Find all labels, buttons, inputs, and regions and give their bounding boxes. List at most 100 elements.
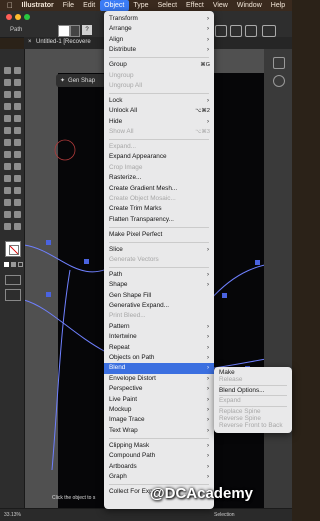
gradient-mode-icon[interactable] [11,262,16,267]
object-menu-item-blend[interactable]: Blend › [104,363,214,374]
object-menu-item-intertwine[interactable]: Intertwine › [104,332,214,342]
menu-item-label: Group [109,61,127,69]
object-menu-item-generate-vectors[interactable]: Generate Vectors [104,255,214,265]
object-menu-item-ungroup[interactable]: Ungroup [104,71,214,81]
zoom-level[interactable]: 33.13% [4,512,21,518]
object-menu-item-gen-shape-fill[interactable]: Gen Shape Fill [104,291,214,301]
object-menu-item-expand-appearance[interactable]: Expand Appearance [104,152,214,162]
object-menu-item-rasterize[interactable]: Rasterize... [104,173,214,183]
blend-menu-item-expand[interactable]: Expand [214,397,292,404]
zoom-tool-icon[interactable] [14,223,21,230]
blend-menu-item-make[interactable]: Make [214,369,292,376]
color-mode-icon[interactable] [4,262,9,267]
pencil-tool-icon[interactable] [4,127,11,134]
object-menu-item-text-wrap[interactable]: Text Wrap › [104,426,214,436]
object-menu-item-mockup[interactable]: Mockup › [104,405,214,415]
line-tool-icon[interactable] [14,103,21,110]
object-menu-item-slice[interactable]: Slice › [104,245,214,255]
object-menu-item-show-all[interactable]: Show All ⌥⌘3 [104,127,214,137]
object-menu-item-pattern[interactable]: Pattern › [104,322,214,332]
gradient-tool-icon[interactable] [14,175,21,182]
object-menu-item-create-trim-marks[interactable]: Create Trim Marks [104,204,214,214]
object-menu-item-lock[interactable]: Lock › [104,96,214,106]
blend-menu-item-reverse-spine[interactable]: Reverse Spine [214,415,292,422]
object-menu-item-objects-on-path[interactable]: Objects on Path › [104,353,214,363]
anchor-point[interactable] [46,292,51,297]
blend-tool-icon[interactable] [14,187,21,194]
object-menu-item-create-object-mosaic[interactable]: Create Object Mosaic... [104,194,214,204]
object-menu-item-perspective[interactable]: Perspective › [104,384,214,394]
anchor-point[interactable] [222,293,227,298]
curvature-tool-icon[interactable] [14,91,21,98]
rectangle-tool-icon[interactable] [4,115,11,122]
symbol-sprayer-tool-icon[interactable] [4,199,11,206]
status-bar: 33.13% Click the object to s Selection [0,495,292,521]
menu-item-label: Flatten Transparency... [109,215,174,223]
object-menu-item-flatten-transparency[interactable]: Flatten Transparency... [104,215,214,225]
object-menu-item-live-paint[interactable]: Live Paint › [104,395,214,405]
object-menu-item-path[interactable]: Path › [104,270,214,280]
scale-tool-icon[interactable] [14,139,21,146]
lasso-tool-icon[interactable] [14,79,21,86]
blend-menu-item-release[interactable]: Release [214,376,292,383]
slice-tool-icon[interactable] [14,211,21,218]
path-curve-vertical[interactable] [51,269,71,471]
draw-mode-icon[interactable] [5,275,21,285]
layers-icon[interactable] [273,57,285,69]
object-menu-item-make-pixel-perfect[interactable]: Make Pixel Perfect [104,230,214,240]
object-menu-item-align[interactable]: Align › [104,35,214,45]
object-menu-item-artboards[interactable]: Artboards › [104,462,214,472]
object-menu-item-ungroup-all[interactable]: Ungroup All [104,81,214,91]
hand-tool-icon[interactable] [4,223,11,230]
eraser-tool-icon[interactable] [14,127,21,134]
object-menu-item-distribute[interactable]: Distribute › [104,45,214,55]
object-menu-item-repeat[interactable]: Repeat › [104,343,214,353]
object-menu-item-image-trace[interactable]: Image Trace › [104,415,214,425]
object-menu-item-shape[interactable]: Shape › [104,280,214,290]
rotate-tool-icon[interactable] [4,139,11,146]
object-menu-item-graph[interactable]: Graph › [104,472,214,482]
object-menu-item-crop-image[interactable]: Crop Image [104,163,214,173]
mesh-tool-icon[interactable] [4,175,11,182]
appearance-icon[interactable] [273,75,285,87]
object-menu-item-create-gradient-mesh[interactable]: Create Gradient Mesh... [104,184,214,194]
artboard-tool-icon[interactable] [4,211,11,218]
blend-menu-item-replace-spine[interactable]: Replace Spine [214,408,292,415]
object-menu-item-print-bleed[interactable]: Print Bleed... [104,311,214,321]
shape-builder-tool-icon[interactable] [4,163,11,170]
anchor-point[interactable] [84,259,89,264]
gen-shape-fill-chip[interactable]: ✦ Gen Shap [56,74,106,87]
eyedropper-tool-icon[interactable] [4,187,11,194]
object-menu-item-clipping-mask[interactable]: Clipping Mask › [104,441,214,451]
object-menu-item-transform[interactable]: Transform › [104,14,214,24]
type-tool-icon[interactable] [4,103,11,110]
paintbrush-tool-icon[interactable] [14,115,21,122]
screen-mode-icon[interactable] [5,289,21,301]
none-mode-icon[interactable] [18,262,23,267]
menu-item-label: Generative Expand... [109,302,170,309]
object-menu-item-group[interactable]: Group ⌘G [104,60,214,70]
stroke-color-swatch[interactable] [9,245,19,255]
anchor-point[interactable] [255,260,260,265]
width-tool-icon[interactable] [4,151,11,158]
selection-tool-icon[interactable] [4,67,11,74]
pen-tool-icon[interactable] [4,91,11,98]
magic-wand-tool-icon[interactable] [4,79,11,86]
circle-shape[interactable] [54,139,76,161]
direct-selection-tool-icon[interactable] [14,67,21,74]
free-transform-tool-icon[interactable] [14,151,21,158]
object-menu-item-arrange[interactable]: Arrange › [104,24,214,34]
object-menu-item-unlock-all[interactable]: Unlock All ⌥⌘2 [104,106,214,116]
object-menu-item-expand[interactable]: Expand... [104,142,214,152]
blend-menu-item-blend-options[interactable]: Blend Options... [214,387,292,394]
graph-tool-icon[interactable] [14,199,21,206]
object-menu-item-compound-path[interactable]: Compound Path › [104,451,214,461]
object-menu-item-generative-expand[interactable]: Generative Expand... [104,301,214,311]
object-menu-item-hide[interactable]: Hide › [104,117,214,127]
blend-menu-item-reverse-front-to-back[interactable]: Reverse Front to Back [214,422,292,429]
object-menu-item-envelope-distort[interactable]: Envelope Distort › [104,374,214,384]
perspective-grid-tool-icon[interactable] [14,163,21,170]
status-mode[interactable]: Selection [214,512,235,518]
anchor-point[interactable] [46,240,51,245]
menu-item-label: Objects on Path [109,354,155,361]
